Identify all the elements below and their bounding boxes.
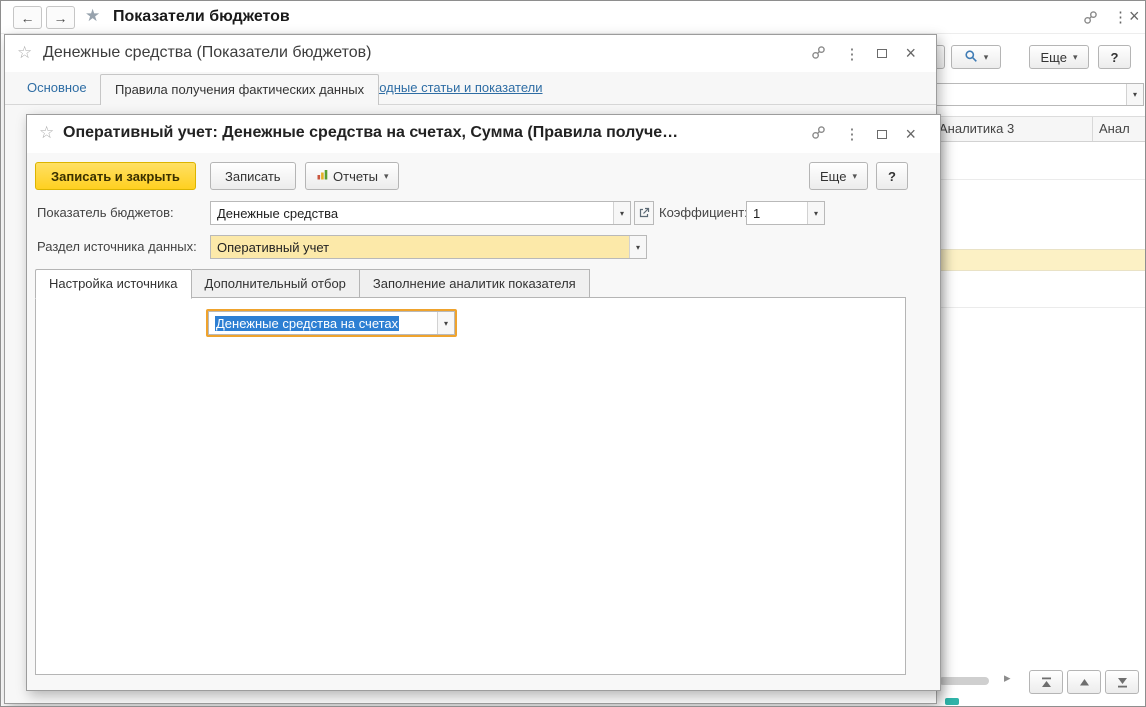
save-button[interactable]: Записать [210,162,296,190]
coefficient-dropdown-button[interactable]: ▾ [807,202,824,224]
back-arrow-icon: ← [21,10,35,26]
dialog1-titlebar: ☆ Денежные средства (Показатели бюджетов… [5,35,936,72]
scroll-up-button[interactable] [1067,670,1101,694]
horizontal-scrollbar-thumb[interactable] [939,677,989,685]
chevron-down-icon: ▾ [852,171,857,182]
chevron-down-icon: ▾ [444,319,448,328]
scroll-right-icon[interactable]: ▸ [1004,670,1011,686]
status-indicator [945,698,959,705]
help-button[interactable]: ? [876,162,908,190]
budget-indicator-value: Денежные средства [211,202,613,224]
bg-more-label: Еще [1041,50,1067,65]
main-titlebar: ← → ★ Показатели бюджетов ⋮ × [1,1,1145,34]
bg-help-button[interactable]: ? [1098,45,1131,69]
budget-indicator-combobox[interactable]: Денежные средства ▾ [210,201,631,225]
selected-text: Денежные средства на счетах [215,316,399,331]
save-and-close-label: Записать и закрыть [51,169,180,184]
budget-indicator-open-button[interactable] [634,201,654,225]
data-source-section-combobox[interactable]: Оперативный учет ▾ [210,235,647,259]
chevron-down-icon: ▾ [1073,52,1078,63]
dialog-rule-operational-accounting: ☆ Оперативный учет: Денежные средства на… [26,114,941,691]
arrow-up-icon [1078,676,1091,689]
asset-liability-article-dropdown-button[interactable]: ▾ [437,312,454,334]
more-button[interactable]: Еще ▾ [809,162,868,190]
get-link-icon[interactable] [811,45,826,63]
filter-dropdown-button[interactable]: ▾ [1126,84,1143,105]
chevron-down-icon: ▾ [636,243,640,252]
source-settings-panel [35,297,906,675]
list-top-icon [1040,676,1053,689]
bg-help-label: ? [1111,50,1119,65]
budget-indicator-dropdown-button[interactable]: ▾ [613,202,630,224]
search-icon [964,49,978,66]
tab-additional-filter[interactable]: Дополнительный отбор [192,269,360,298]
save-and-close-button[interactable]: Записать и закрыть [35,162,196,190]
nav-link-main[interactable]: Основное [27,80,87,95]
get-link-icon[interactable] [1083,10,1098,28]
window-star-icon[interactable]: ☆ [39,123,54,143]
chevron-down-icon: ▾ [1133,90,1137,99]
data-source-section-value: Оперативный учет [211,236,629,258]
data-source-section-dropdown-button[interactable]: ▾ [629,236,646,258]
back-button[interactable]: ← [13,6,42,29]
tab-fill-analytics[interactable]: Заполнение аналитик показателя [360,269,590,298]
tab-fact-data-rules[interactable]: Правила получения фактических данных [100,74,379,105]
asset-liability-article-value: Денежные средства на счетах [209,312,437,334]
asset-liability-article-combobox[interactable]: Денежные средства на счетах ▾ [208,311,455,335]
favorite-star-icon[interactable]: ★ [85,6,100,26]
list-bottom-icon [1116,676,1129,689]
close-icon[interactable]: × [1129,6,1140,27]
reports-label: Отчеты [333,169,378,184]
column-header-analytics-3[interactable]: Аналитика 3 [939,121,1014,136]
close-icon[interactable]: × [905,43,916,64]
dialog2-titlebar: ☆ Оперативный учет: Денежные средства на… [27,115,940,153]
tab-source-settings[interactable]: Настройка источника [35,269,192,299]
maximize-icon[interactable] [877,49,887,58]
coefficient-value: 1 [747,202,807,224]
open-form-icon [638,207,650,219]
go-to-list-bottom-button[interactable] [1105,670,1139,694]
window-star-icon[interactable]: ☆ [17,43,32,63]
go-to-list-top-button[interactable] [1029,670,1063,694]
maximize-icon[interactable] [877,130,887,139]
reports-button[interactable]: Отчеты ▾ [305,162,399,190]
forward-button[interactable]: → [46,6,75,29]
close-icon[interactable]: × [905,124,916,145]
dialog2-window-controls: ⋮ × [811,115,916,153]
main-window-title: Показатели бюджетов [113,8,290,26]
more-menu-icon[interactable]: ⋮ [1113,8,1128,26]
more-menu-icon[interactable]: ⋮ [844,125,859,143]
chevron-down-icon: ▾ [620,209,624,218]
search-button[interactable]: ▾ [951,45,1001,69]
get-link-icon[interactable] [811,125,826,143]
chevron-down-icon: ▾ [984,52,989,63]
chevron-down-icon: ▾ [814,209,818,218]
help-label: ? [888,169,896,184]
column-separator [1092,117,1093,141]
report-chart-icon [316,168,329,184]
coefficient-combobox[interactable]: 1 ▾ [746,201,825,225]
forward-arrow-icon: → [54,10,68,26]
budget-indicator-label: Показатель бюджетов: [37,201,174,225]
save-label: Записать [225,169,281,184]
column-header-analytics-4[interactable]: Анал [1099,121,1130,136]
dialog1-window-controls: ⋮ × [811,35,916,72]
dialog2-title: Оперативный учет: Денежные средства на с… [63,124,678,142]
app-window: ← → ★ Показатели бюджетов ⋮ × × ▾ Еще ▾ … [0,0,1146,707]
bg-more-button[interactable]: Еще ▾ [1029,45,1089,69]
coefficient-label: Коэффициент: [659,201,748,225]
settings-tab-strip: Настройка источника Дополнительный отбор… [35,269,590,298]
more-label: Еще [820,169,846,184]
chevron-down-icon: ▾ [384,171,389,182]
nav-link-source-articles[interactable]: Исходные статьи и показатели [357,80,543,95]
dialog1-title: Денежные средства (Показатели бюджетов) [43,44,371,62]
data-source-section-label: Раздел источника данных: [37,235,197,259]
more-menu-icon[interactable]: ⋮ [844,45,859,63]
focused-field-outline: Денежные средства на счетах ▾ [206,309,457,337]
